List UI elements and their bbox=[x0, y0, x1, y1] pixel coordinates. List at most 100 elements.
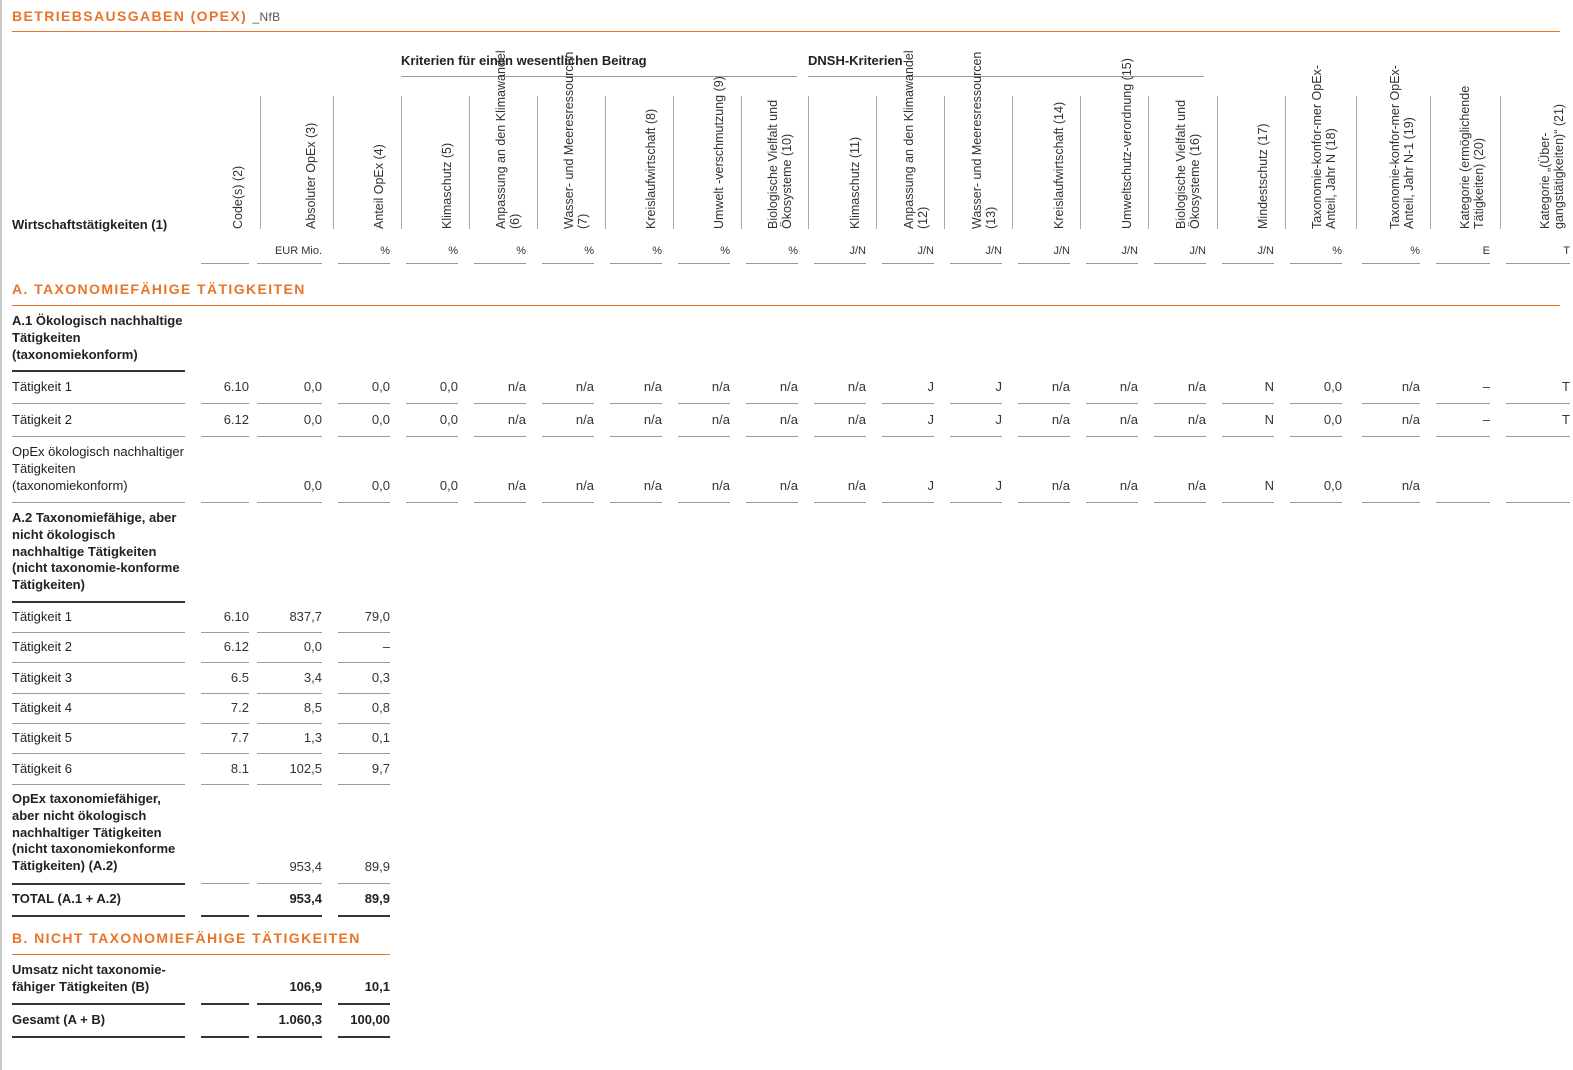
cell-rule bbox=[257, 915, 322, 917]
cell-rule bbox=[338, 1036, 390, 1038]
column-header-label: Umweltschutz-verordnung (15) bbox=[1120, 58, 1134, 229]
cell-rule bbox=[201, 753, 249, 754]
column-unit-label: J/N bbox=[985, 245, 1003, 257]
column-header-label: Biologische Vielfalt und Ökosysteme (16) bbox=[1174, 99, 1202, 229]
unit-rule bbox=[1436, 263, 1490, 264]
cell-rule bbox=[1154, 403, 1206, 404]
cell-rule bbox=[201, 784, 249, 785]
cell-rule bbox=[406, 502, 458, 503]
cell-rule bbox=[338, 915, 390, 917]
a1-heading: A.1 Ökologisch nachhaltige Tätigkeiten (… bbox=[12, 313, 183, 362]
cell-rule bbox=[1290, 436, 1342, 437]
header-column-divider bbox=[469, 96, 470, 229]
cell-rule bbox=[1436, 436, 1490, 437]
header-column-divider bbox=[260, 96, 261, 229]
header-column-divider bbox=[1080, 96, 1081, 229]
cell-value: 0,1 bbox=[371, 730, 390, 745]
cell-rule bbox=[678, 436, 730, 437]
header-column-divider bbox=[1430, 96, 1431, 229]
section-b-title: B. NICHT TAXONOMIEFÄHIGE TÄTIGKEITEN bbox=[12, 930, 361, 946]
cell-value: 89,9 bbox=[364, 859, 390, 874]
header-column-divider bbox=[1217, 96, 1218, 229]
cell-rule bbox=[201, 1036, 249, 1038]
column-unit-label: J/N bbox=[849, 245, 867, 257]
cell-rule bbox=[1018, 436, 1070, 437]
cell-rule bbox=[950, 436, 1002, 437]
column-header-label: Absoluter OpEx (3) bbox=[304, 122, 318, 229]
cell-rule bbox=[201, 1003, 249, 1005]
row-rule bbox=[12, 784, 185, 785]
page-edge-line bbox=[0, 0, 2, 1070]
cell-rule bbox=[814, 436, 866, 437]
row-rule bbox=[12, 1036, 185, 1038]
cell-rule bbox=[950, 502, 1002, 503]
cell-value: – bbox=[382, 639, 390, 654]
row-rule bbox=[12, 632, 185, 633]
cell-value: 10,1 bbox=[364, 979, 390, 994]
unit-rule bbox=[610, 263, 662, 264]
cell-rule bbox=[814, 403, 866, 404]
cell-rule bbox=[201, 632, 249, 633]
column-unit-label: J/N bbox=[1053, 245, 1071, 257]
unit-rule bbox=[1506, 263, 1570, 264]
cell-rule bbox=[678, 403, 730, 404]
column-header-label: Code(s) (2) bbox=[231, 165, 245, 229]
column-unit-label: % bbox=[448, 245, 458, 257]
header-column-divider bbox=[1356, 96, 1357, 229]
cell-rule bbox=[1506, 403, 1570, 404]
cell-rule bbox=[257, 502, 322, 503]
header-column-divider bbox=[333, 96, 334, 229]
cell-rule bbox=[474, 436, 526, 437]
column-header-label: Anteil OpEx (4) bbox=[372, 144, 386, 229]
cell-rule bbox=[1290, 403, 1342, 404]
cell-rule bbox=[338, 723, 390, 724]
cell-value: 79,0 bbox=[364, 609, 390, 624]
cell-rule bbox=[201, 883, 249, 884]
cell-rule bbox=[1436, 502, 1490, 503]
cell-rule bbox=[1086, 436, 1138, 437]
group-rule-substantial bbox=[401, 76, 797, 77]
cell-rule bbox=[1290, 502, 1342, 503]
cell-rule bbox=[1018, 502, 1070, 503]
header-column-divider bbox=[1500, 96, 1501, 229]
cell-rule bbox=[542, 502, 594, 503]
cell-rule bbox=[257, 632, 322, 633]
cell-rule bbox=[882, 502, 934, 503]
row-rule bbox=[12, 693, 185, 694]
cell-rule bbox=[338, 662, 390, 663]
cell-rule bbox=[338, 436, 390, 437]
column-unit-label: % bbox=[1332, 245, 1342, 257]
row-label: TOTAL (A.1 + A.2) bbox=[12, 891, 121, 906]
unit-rule bbox=[257, 263, 322, 264]
row-label: OpEx taxonomiefähiger, aber nicht ökolog… bbox=[12, 791, 176, 874]
unit-rule bbox=[1362, 263, 1420, 264]
cell-rule bbox=[1086, 502, 1138, 503]
unit-rule bbox=[338, 263, 390, 264]
cell-rule bbox=[1362, 436, 1420, 437]
row-rule bbox=[12, 753, 185, 754]
cell-rule bbox=[406, 403, 458, 404]
column-unit-label: J/N bbox=[1189, 245, 1207, 257]
cell-value: 89,9 bbox=[364, 891, 390, 906]
row-rule bbox=[12, 883, 185, 885]
cell-rule bbox=[338, 753, 390, 754]
cell-value: 0,8 bbox=[371, 700, 390, 715]
group-heading-substantial: Kriterien für einen wesentlichen Beitrag bbox=[401, 53, 647, 68]
unit-rule bbox=[1222, 263, 1274, 264]
cell-rule bbox=[678, 502, 730, 503]
cell-rule bbox=[1222, 403, 1274, 404]
cell-rule bbox=[257, 784, 322, 785]
cell-rule bbox=[257, 723, 322, 724]
cell-rule bbox=[338, 693, 390, 694]
cell-value: 0,0 bbox=[1323, 478, 1342, 493]
unit-rule bbox=[678, 263, 730, 264]
page-title: BETRIEBSAUSGABEN (OPEX) _NfB bbox=[12, 8, 280, 24]
cell-rule bbox=[542, 436, 594, 437]
cell-rule bbox=[338, 502, 390, 503]
unit-rule bbox=[1018, 263, 1070, 264]
header-column-divider bbox=[401, 96, 402, 229]
cell-rule bbox=[882, 436, 934, 437]
cell-rule bbox=[257, 753, 322, 754]
a2-heading: A.2 Taxonomiefähige, aber nicht ökologis… bbox=[12, 510, 180, 593]
row-label: Gesamt (A + B) bbox=[12, 1012, 106, 1027]
